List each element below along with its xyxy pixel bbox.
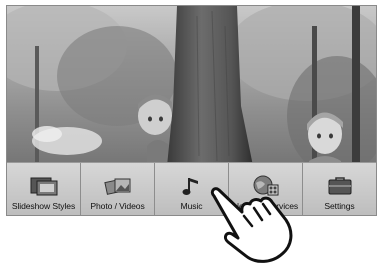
photo-videos-icon — [103, 178, 130, 195]
tap-hand-icon — [210, 187, 293, 263]
menu-item-slideshow-styles[interactable]: Slideshow Styles — [7, 163, 81, 215]
music-note-icon — [182, 178, 198, 195]
toolbox-settings-icon — [328, 177, 351, 195]
menu-item-label: Settings — [324, 201, 355, 211]
menu-item-label: Music — [180, 201, 203, 211]
main-menu-bar: Slideshow Styles Photo / Videos Music Se… — [7, 162, 376, 215]
menu-item-label: Slideshow Styles — [11, 201, 76, 211]
slideshow-styles-icon — [30, 177, 57, 196]
menu-item-label: Photo / Videos — [90, 201, 145, 211]
menu-item-settings[interactable]: Settings — [303, 163, 376, 215]
menu-item-photo-videos[interactable]: Photo / Videos — [81, 163, 155, 215]
photo-frame-screen: Slideshow Styles Photo / Videos Music Se… — [6, 5, 377, 216]
